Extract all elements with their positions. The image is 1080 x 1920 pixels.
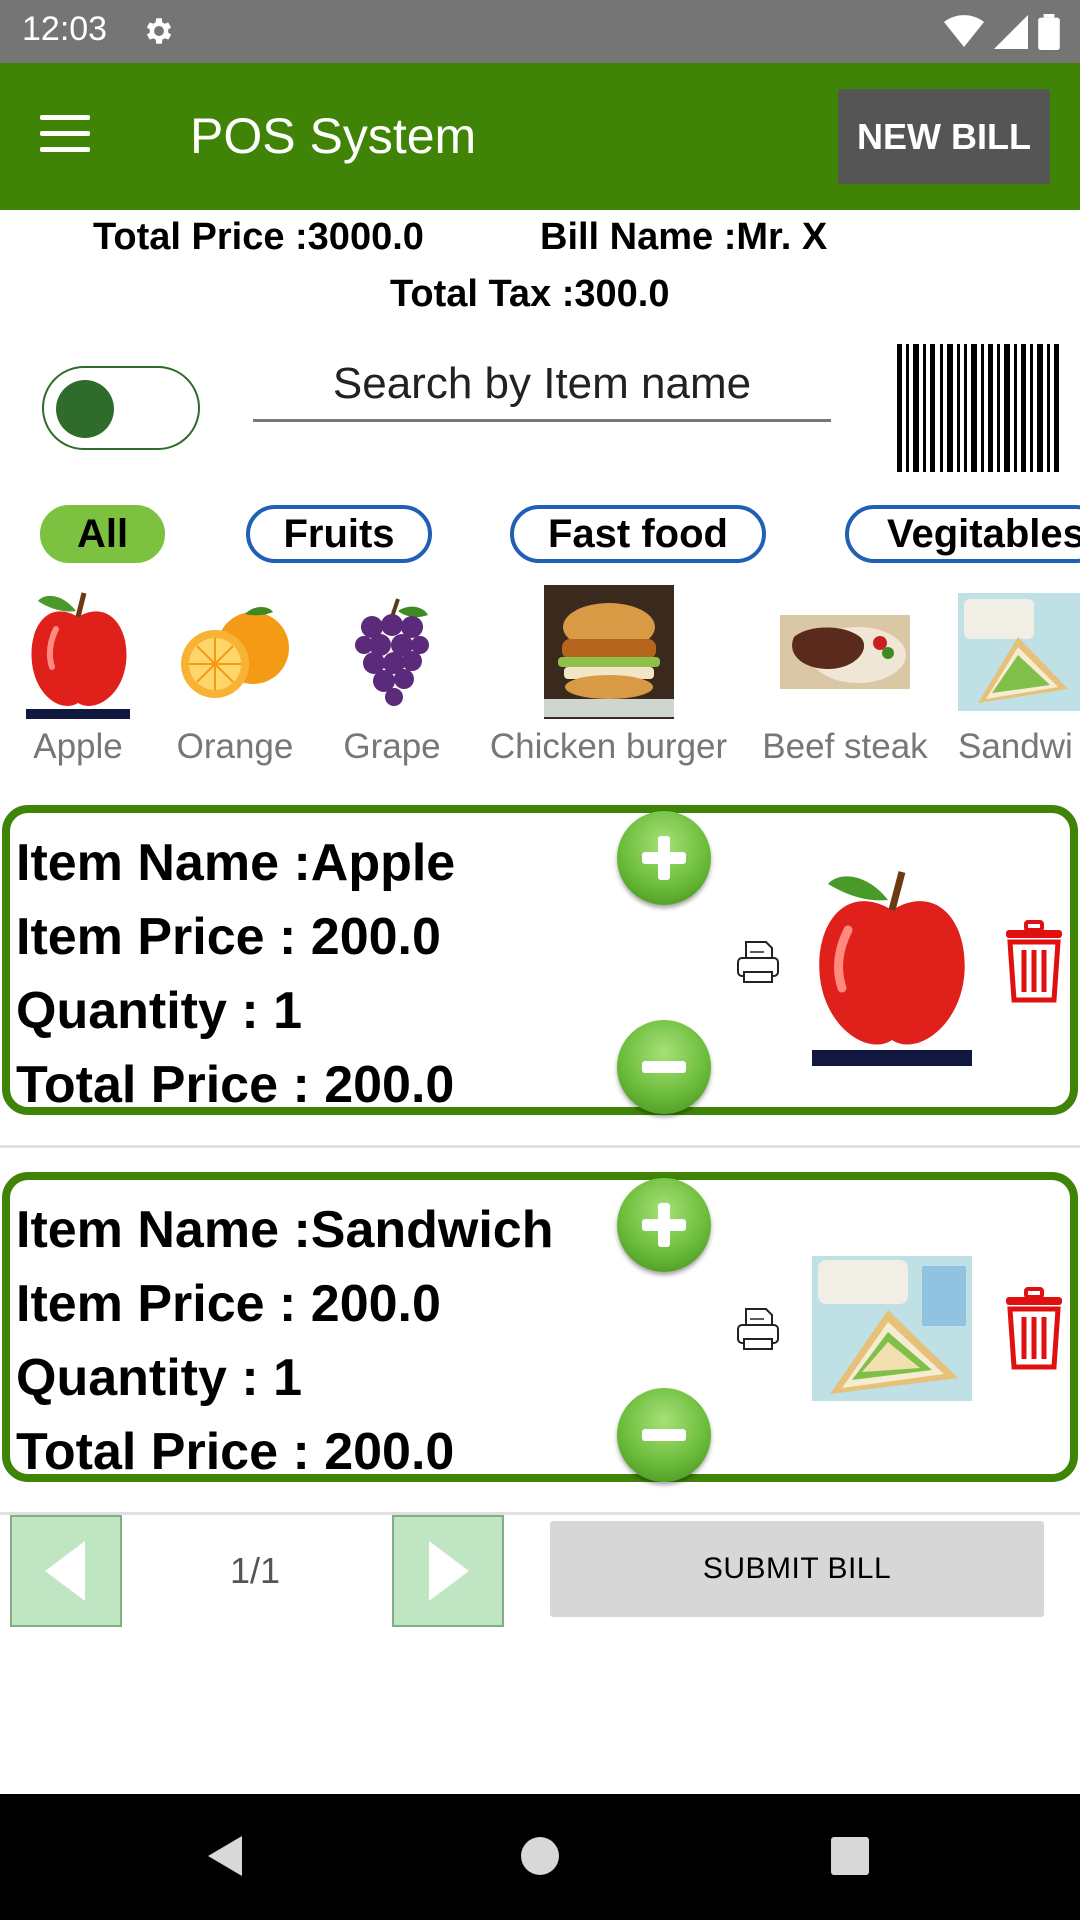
- toggle-knob: [56, 380, 114, 438]
- item-total-price: Total Price : 200.0: [16, 1056, 455, 1114]
- category-chip-fruits[interactable]: Fruits: [246, 505, 432, 563]
- decrease-quantity-button[interactable]: [617, 1388, 711, 1482]
- hamburger-menu-icon[interactable]: [40, 115, 104, 159]
- wifi-icon: [944, 15, 984, 47]
- sandwich-image: [958, 585, 1080, 719]
- product-label: Beef steak: [762, 727, 928, 766]
- recents-nav-icon[interactable]: [830, 1836, 870, 1876]
- print-icon[interactable]: [734, 1305, 782, 1353]
- category-chip-vegitables[interactable]: Vegitables: [845, 505, 1080, 563]
- item-name: Item Name :Sandwich: [16, 1201, 554, 1259]
- status-bar: 12:03: [0, 0, 1080, 63]
- apple-image: [812, 871, 972, 1066]
- divider: [0, 1512, 1080, 1515]
- app-title: POS System: [190, 108, 477, 164]
- arrow-right-icon: [429, 1541, 469, 1601]
- status-icons: [944, 14, 1060, 50]
- delete-trash-icon[interactable]: [1004, 1287, 1064, 1371]
- page-indicator: 1/1: [229, 1550, 281, 1591]
- search-input[interactable]: [253, 348, 831, 422]
- orange-image: [175, 585, 295, 719]
- product-apple[interactable]: Apple: [18, 585, 138, 767]
- total-price-summary: Total Price :3000.0: [93, 216, 424, 258]
- navigation-bar: [0, 1794, 1080, 1920]
- product-grape[interactable]: Grape: [332, 585, 452, 767]
- battery-icon: [1038, 14, 1060, 50]
- product-label: Grape: [343, 727, 441, 766]
- home-nav-icon[interactable]: [520, 1836, 560, 1876]
- grape-image: [332, 585, 452, 719]
- print-icon[interactable]: [734, 938, 782, 986]
- product-label: Orange: [176, 727, 294, 766]
- category-chip-all[interactable]: All: [40, 505, 165, 563]
- product-label: Chicken burger: [489, 727, 728, 766]
- barcode-scan-icon[interactable]: [895, 344, 1065, 472]
- item-price: Item Price : 200.0: [16, 908, 441, 966]
- item-total-price: Total Price : 200.0: [16, 1423, 455, 1481]
- total-tax-summary: Total Tax :300.0: [390, 273, 670, 315]
- product-label: Apple: [33, 727, 123, 766]
- chicken-burger-image: [543, 585, 674, 719]
- sandwich-image: [812, 1256, 972, 1401]
- new-bill-button[interactable]: NEW BILL: [838, 89, 1050, 184]
- mode-toggle[interactable]: [42, 366, 200, 450]
- arrow-left-icon: [45, 1541, 85, 1601]
- category-chip-fast-food[interactable]: Fast food: [510, 505, 766, 563]
- item-quantity: Quantity : 1: [16, 982, 303, 1040]
- apple-image: [26, 585, 130, 719]
- item-name: Item Name :Apple: [16, 834, 456, 892]
- next-page-button[interactable]: [392, 1515, 504, 1627]
- app-bar: POS System NEW BILL: [0, 63, 1080, 210]
- back-nav-icon[interactable]: [206, 1834, 244, 1878]
- decrease-quantity-button[interactable]: [617, 1020, 711, 1114]
- product-sandwich[interactable]: Sandwi: [958, 585, 1080, 767]
- item-quantity: Quantity : 1: [16, 1349, 303, 1407]
- divider: [0, 1145, 1080, 1148]
- increase-quantity-button[interactable]: [617, 1178, 711, 1272]
- product-beef-steak[interactable]: Beef steak: [755, 585, 935, 767]
- product-chicken-burger[interactable]: Chicken burger: [481, 585, 736, 767]
- settings-gear-icon: [142, 14, 176, 53]
- delete-trash-icon[interactable]: [1004, 920, 1064, 1004]
- product-label: Sandwi: [958, 727, 1073, 766]
- status-time: 12:03: [22, 10, 108, 48]
- submit-bill-button[interactable]: SUBMIT BILL: [550, 1521, 1044, 1617]
- item-price: Item Price : 200.0: [16, 1275, 441, 1333]
- increase-quantity-button[interactable]: [617, 811, 711, 905]
- product-orange[interactable]: Orange: [175, 585, 295, 767]
- previous-page-button[interactable]: [10, 1515, 122, 1627]
- bill-name-summary: Bill Name :Mr. X: [540, 216, 828, 258]
- beef-steak-image: [755, 585, 935, 719]
- signal-icon: [994, 15, 1028, 49]
